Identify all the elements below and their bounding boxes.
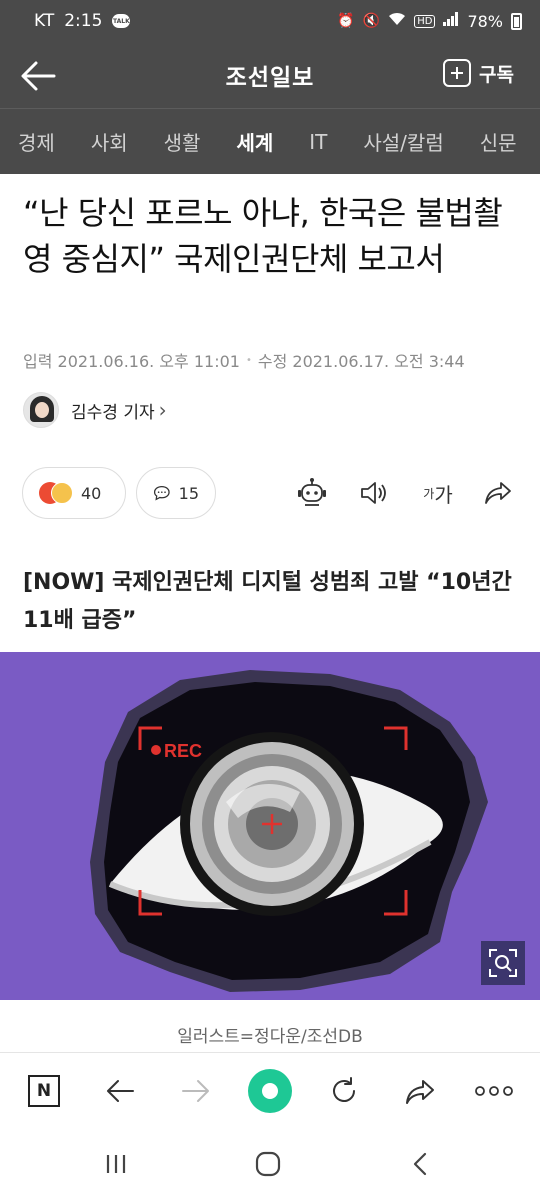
system-nav-bar xyxy=(0,1128,540,1200)
signal-icon xyxy=(443,12,459,30)
tab-category-0[interactable]: 경제 xyxy=(0,127,73,156)
browser-share-button[interactable] xyxy=(398,1069,442,1113)
mute-icon: 🔇 xyxy=(362,13,381,29)
sad-emoji-icon xyxy=(51,482,73,504)
battery-percent: 78% xyxy=(467,11,503,31)
comment-button[interactable]: 15 xyxy=(136,467,216,519)
system-back-button[interactable] xyxy=(400,1146,440,1182)
tab-category-3[interactable]: 세계 xyxy=(218,127,291,156)
separator-dot: • xyxy=(245,354,252,366)
chevron-left-icon xyxy=(413,1152,427,1176)
hd-voice-icon: HD xyxy=(414,14,436,28)
author-byline[interactable]: 김수경 기자 › xyxy=(23,392,167,428)
share-button[interactable] xyxy=(482,477,514,509)
tab-category-2[interactable]: 생활 xyxy=(146,127,219,156)
status-bar: KT 2:15 TALK ⏰ 🔇 HD 78% xyxy=(0,0,540,42)
article-dates: 입력 2021.06.16. 오후 11:01 • 수정 2021.06.17.… xyxy=(23,348,465,372)
speaker-icon xyxy=(361,482,386,504)
article-actions: 40 15 가가 xyxy=(22,467,522,519)
reaction-count: 40 xyxy=(81,483,102,503)
share-icon xyxy=(485,482,511,504)
green-dot-icon xyxy=(248,1069,292,1113)
reaction-button[interactable]: 40 xyxy=(22,467,126,519)
updated-date: 수정 2021.06.17. 오전 3:44 xyxy=(257,352,465,371)
more-dots-icon xyxy=(475,1086,513,1096)
published-date: 입력 2021.06.16. 오후 11:01 xyxy=(23,352,240,371)
article-illustration[interactable]: REC xyxy=(0,652,540,1000)
tab-category-5[interactable]: 사설/칼럼 xyxy=(345,127,461,156)
kakaotalk-notification-icon: TALK xyxy=(112,14,131,28)
home-button[interactable] xyxy=(248,1146,288,1182)
home-icon xyxy=(255,1151,281,1177)
recent-apps-button[interactable] xyxy=(96,1146,136,1182)
naver-n-icon: N xyxy=(28,1075,60,1107)
comment-icon xyxy=(153,485,170,501)
clock: 2:15 xyxy=(64,11,103,31)
image-caption: 일러스트=정다운/조선DB xyxy=(177,1027,363,1047)
tab-category-6[interactable]: 신문 xyxy=(462,127,535,156)
naver-home-button[interactable]: N xyxy=(22,1069,66,1113)
browser-toolbar: N xyxy=(0,1052,540,1128)
browser-back-button[interactable] xyxy=(98,1069,142,1113)
browser-forward-button[interactable] xyxy=(174,1069,218,1113)
refresh-button[interactable] xyxy=(322,1069,366,1113)
plus-box-icon xyxy=(443,59,472,87)
wifi-icon xyxy=(388,12,406,30)
rec-label: REC xyxy=(164,741,202,761)
font-large-glyph: 가 xyxy=(434,482,453,507)
audio-button[interactable] xyxy=(358,477,390,509)
author-name: 김수경 기자 xyxy=(71,402,155,423)
refresh-icon xyxy=(333,1077,355,1102)
reaction-emojis xyxy=(39,482,73,504)
arrow-right-icon xyxy=(182,1080,209,1102)
category-nav: 경제 사회 생활 세계 IT 사설/칼럼 신문 xyxy=(0,108,540,174)
arrow-left-icon xyxy=(21,61,56,91)
green-dot-button[interactable] xyxy=(248,1069,292,1113)
back-button[interactable] xyxy=(18,56,58,96)
alarm-icon: ⏰ xyxy=(337,13,355,29)
carrier-label: KT xyxy=(34,11,55,31)
tab-category-4[interactable]: IT xyxy=(291,130,345,154)
recent-apps-icon xyxy=(106,1155,126,1173)
author-avatar xyxy=(23,392,59,428)
font-small-glyph: 가 xyxy=(423,486,435,501)
share-icon xyxy=(406,1080,434,1104)
tab-category-1[interactable]: 사회 xyxy=(73,127,146,156)
subscribe-button[interactable]: 구독 xyxy=(443,59,514,87)
font-size-button[interactable]: 가가 xyxy=(418,477,458,509)
more-menu-button[interactable] xyxy=(472,1069,516,1113)
article-headline: “난 당신 포르노 아냐, 한국은 불법촬영 중심지” 국제인권단체 보고서 xyxy=(23,194,503,278)
chevron-right-icon: › xyxy=(158,398,167,422)
tts-robot-button[interactable] xyxy=(296,477,328,509)
eye-camera-illustration: REC xyxy=(0,652,540,1000)
related-news-heading[interactable]: [NOW] 국제인권단체 디지털 성범죄 고발 “10년간 11배 급증” xyxy=(23,564,513,640)
comment-count: 15 xyxy=(178,483,199,503)
image-zoom-button[interactable] xyxy=(481,941,525,985)
subscribe-label: 구독 xyxy=(479,63,514,86)
app-header: 조선일보 구독 xyxy=(0,42,540,108)
robot-icon xyxy=(298,478,326,506)
battery-icon xyxy=(511,12,522,30)
arrow-left-icon xyxy=(107,1080,134,1102)
zoom-scan-icon xyxy=(489,949,517,977)
